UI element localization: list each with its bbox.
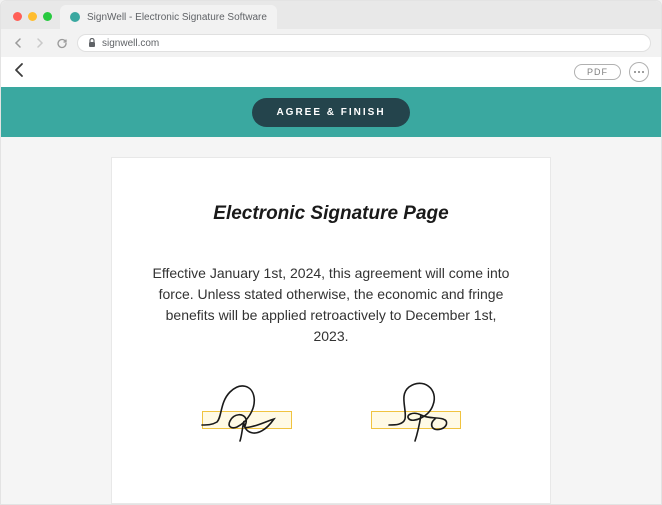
- signatures-row: [152, 377, 510, 447]
- signature-field-2[interactable]: [351, 377, 481, 447]
- address-bar: signwell.com: [1, 29, 661, 57]
- maximize-window-icon[interactable]: [43, 12, 52, 21]
- url-input[interactable]: signwell.com: [77, 34, 651, 52]
- more-options-button[interactable]: [629, 62, 649, 82]
- signature-icon: [182, 377, 312, 447]
- agree-finish-button[interactable]: AGREE & FINISH: [252, 98, 409, 127]
- document-viewport: Electronic Signature Page Effective Janu…: [1, 137, 661, 504]
- document-page: Electronic Signature Page Effective Janu…: [111, 157, 551, 504]
- forward-button[interactable]: [33, 36, 47, 50]
- minimize-window-icon[interactable]: [28, 12, 37, 21]
- tab-title: SignWell - Electronic Signature Software: [87, 12, 267, 23]
- app-back-button[interactable]: [13, 62, 25, 83]
- document-body: Effective January 1st, 2024, this agreem…: [152, 263, 510, 347]
- signature-field-1[interactable]: [182, 377, 312, 447]
- action-banner: AGREE & FINISH: [1, 87, 661, 137]
- browser-tab[interactable]: SignWell - Electronic Signature Software: [60, 5, 277, 29]
- url-text: signwell.com: [102, 38, 159, 49]
- window-controls: [9, 12, 60, 29]
- app-area: PDF AGREE & FINISH Electronic Signature …: [1, 57, 661, 504]
- header-actions: PDF: [574, 62, 649, 82]
- app-header: PDF: [1, 57, 661, 87]
- tab-bar: SignWell - Electronic Signature Software: [1, 1, 661, 29]
- close-window-icon[interactable]: [13, 12, 22, 21]
- document-title: Electronic Signature Page: [152, 203, 510, 225]
- signature-icon: [351, 377, 481, 447]
- pdf-button[interactable]: PDF: [574, 64, 621, 80]
- back-button[interactable]: [11, 36, 25, 50]
- favicon-icon: [70, 12, 80, 22]
- reload-button[interactable]: [55, 36, 69, 50]
- lock-icon: [88, 38, 96, 49]
- browser-window: SignWell - Electronic Signature Software…: [0, 0, 662, 505]
